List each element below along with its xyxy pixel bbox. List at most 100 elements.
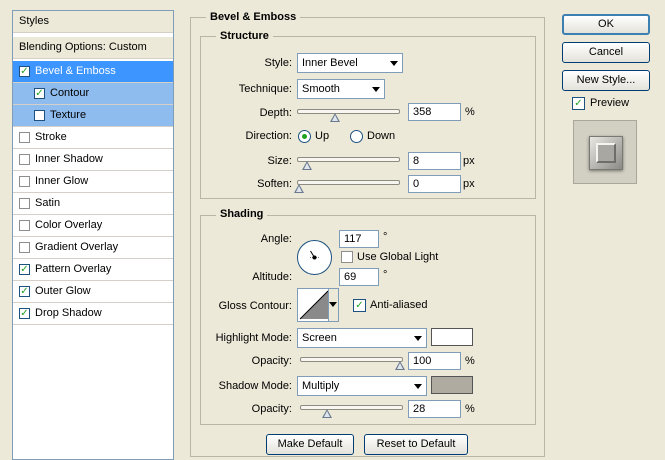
style-item-inner-glow[interactable]: Inner Glow xyxy=(13,171,173,193)
soften-label: Soften: xyxy=(257,178,292,190)
altitude-unit: ° xyxy=(383,269,388,281)
soften-slider-thumb[interactable] xyxy=(294,184,305,193)
style-dropdown-value: Inner Bevel xyxy=(302,57,358,69)
cancel-button[interactable]: Cancel xyxy=(562,42,650,63)
gloss-contour-picker[interactable] xyxy=(297,288,339,322)
chevron-down-icon xyxy=(414,336,422,341)
use-global-light-checkbox[interactable] xyxy=(341,251,353,263)
checkbox-bevel-emboss[interactable]: ✓ xyxy=(19,66,30,77)
shadow-opacity-slider[interactable] xyxy=(300,405,403,410)
preview-thumbnail xyxy=(573,120,637,184)
style-item-outer-glow[interactable]: ✓ Outer Glow xyxy=(13,281,173,303)
checkbox-gradient-overlay[interactable] xyxy=(19,242,30,253)
style-item-drop-shadow[interactable]: ✓ Drop Shadow xyxy=(13,303,173,325)
style-item-contour[interactable]: ✓ Contour xyxy=(13,83,173,105)
style-item-label: Stroke xyxy=(35,131,67,143)
anti-aliased-label[interactable]: Anti-aliased xyxy=(370,297,427,313)
technique-dropdown-value: Smooth xyxy=(302,83,340,95)
altitude-input[interactable]: 69 xyxy=(339,268,379,286)
angle-label: Angle: xyxy=(260,233,292,245)
size-input[interactable]: 8 xyxy=(408,152,461,170)
checkbox-drop-shadow[interactable]: ✓ xyxy=(19,308,30,319)
style-item-label: Inner Shadow xyxy=(35,153,103,165)
shadow-opacity-slider-thumb[interactable] xyxy=(322,409,333,418)
checkbox-satin[interactable] xyxy=(19,198,30,209)
angle-input[interactable]: 117 xyxy=(339,230,379,248)
direction-down-radio[interactable] xyxy=(350,130,363,143)
highlight-mode-dropdown[interactable]: Screen xyxy=(297,328,427,348)
direction-up-label[interactable]: Up xyxy=(315,128,329,144)
shadow-opacity-input[interactable]: 28 xyxy=(408,400,461,418)
preview-swatch-icon xyxy=(589,136,623,170)
preview-checkbox[interactable]: ✓ xyxy=(572,97,585,110)
checkbox-texture[interactable] xyxy=(34,110,45,121)
blending-options-item[interactable]: Blending Options: Custom xyxy=(13,37,173,59)
checkbox-stroke[interactable] xyxy=(19,132,30,143)
style-item-pattern-overlay[interactable]: ✓ Pattern Overlay xyxy=(13,259,173,281)
gloss-contour-label: Gloss Contour: xyxy=(218,300,292,312)
shading-title: Shading xyxy=(216,207,268,221)
technique-dropdown[interactable]: Smooth xyxy=(297,79,385,99)
style-item-label: Color Overlay xyxy=(35,219,103,231)
size-slider-thumb[interactable] xyxy=(302,161,313,170)
shadow-mode-dropdown[interactable]: Multiply xyxy=(297,376,427,396)
depth-label: Depth: xyxy=(259,107,292,119)
angle-dial-icon xyxy=(310,250,319,260)
direction-down-label[interactable]: Down xyxy=(367,128,395,144)
checkbox-inner-glow[interactable] xyxy=(19,176,30,187)
use-global-light-label[interactable]: Use Global Light xyxy=(357,249,438,265)
new-style-button[interactable]: New Style... xyxy=(562,70,650,91)
preview-label[interactable]: Preview xyxy=(590,95,629,111)
size-unit: px xyxy=(463,155,475,167)
highlight-mode-label: Highlight Mode: xyxy=(215,332,292,344)
ok-button[interactable]: OK xyxy=(562,14,650,35)
highlight-opacity-input[interactable]: 100 xyxy=(408,352,461,370)
soften-input[interactable]: 0 xyxy=(408,175,461,193)
style-dropdown[interactable]: Inner Bevel xyxy=(297,53,403,73)
checkbox-contour[interactable]: ✓ xyxy=(34,88,45,99)
style-item-bevel-emboss[interactable]: ✓ Bevel & Emboss xyxy=(13,61,173,83)
style-item-label: Satin xyxy=(35,197,61,209)
styles-list: Styles Blending Options: Custom ✓ Bevel … xyxy=(12,10,174,460)
soften-unit: px xyxy=(463,178,475,190)
styles-header-label: Styles xyxy=(19,15,49,27)
highlight-mode-value: Screen xyxy=(302,332,337,344)
style-item-inner-shadow[interactable]: Inner Shadow xyxy=(13,149,173,171)
style-item-label: Contour xyxy=(50,87,90,99)
shadow-color-swatch[interactable] xyxy=(431,376,473,394)
style-item-gradient-overlay[interactable]: Gradient Overlay xyxy=(13,237,173,259)
styles-header[interactable]: Styles xyxy=(13,11,173,33)
style-item-label: Inner Glow xyxy=(35,175,89,187)
highlight-color-swatch[interactable] xyxy=(431,328,473,346)
style-item-satin[interactable]: Satin xyxy=(13,193,173,215)
highlight-opacity-unit: % xyxy=(465,355,475,367)
style-label: Style: xyxy=(264,57,292,69)
checkbox-inner-shadow[interactable] xyxy=(19,154,30,165)
style-item-texture[interactable]: Texture xyxy=(13,105,173,127)
style-item-label: Pattern Overlay xyxy=(35,263,112,275)
gloss-contour-dropdown[interactable] xyxy=(328,289,338,321)
angle-dial[interactable] xyxy=(297,240,332,275)
preview-bevel-shape xyxy=(596,143,616,163)
style-item-label: Bevel & Emboss xyxy=(35,65,116,77)
highlight-opacity-label: Opacity: xyxy=(251,355,292,367)
style-item-color-overlay[interactable]: Color Overlay xyxy=(13,215,173,237)
direction-up-radio[interactable] xyxy=(298,130,311,143)
bevel-emboss-title: Bevel & Emboss xyxy=(206,10,301,24)
depth-input[interactable]: 358 xyxy=(408,103,461,121)
shadow-mode-label: Shadow Mode: xyxy=(218,380,292,392)
style-item-label: Drop Shadow xyxy=(35,307,102,319)
contour-curve-icon xyxy=(299,290,328,320)
highlight-opacity-slider-thumb[interactable] xyxy=(395,361,406,370)
highlight-opacity-slider[interactable] xyxy=(300,357,403,362)
checkbox-outer-glow[interactable]: ✓ xyxy=(19,286,30,297)
checkbox-pattern-overlay[interactable]: ✓ xyxy=(19,264,30,275)
reset-to-default-button[interactable]: Reset to Default xyxy=(364,434,468,455)
soften-slider[interactable] xyxy=(297,180,400,185)
style-item-stroke[interactable]: Stroke xyxy=(13,127,173,149)
anti-aliased-checkbox[interactable]: ✓ xyxy=(353,299,366,312)
depth-slider[interactable] xyxy=(297,109,400,114)
depth-slider-thumb[interactable] xyxy=(330,113,341,122)
make-default-button[interactable]: Make Default xyxy=(266,434,354,455)
checkbox-color-overlay[interactable] xyxy=(19,220,30,231)
